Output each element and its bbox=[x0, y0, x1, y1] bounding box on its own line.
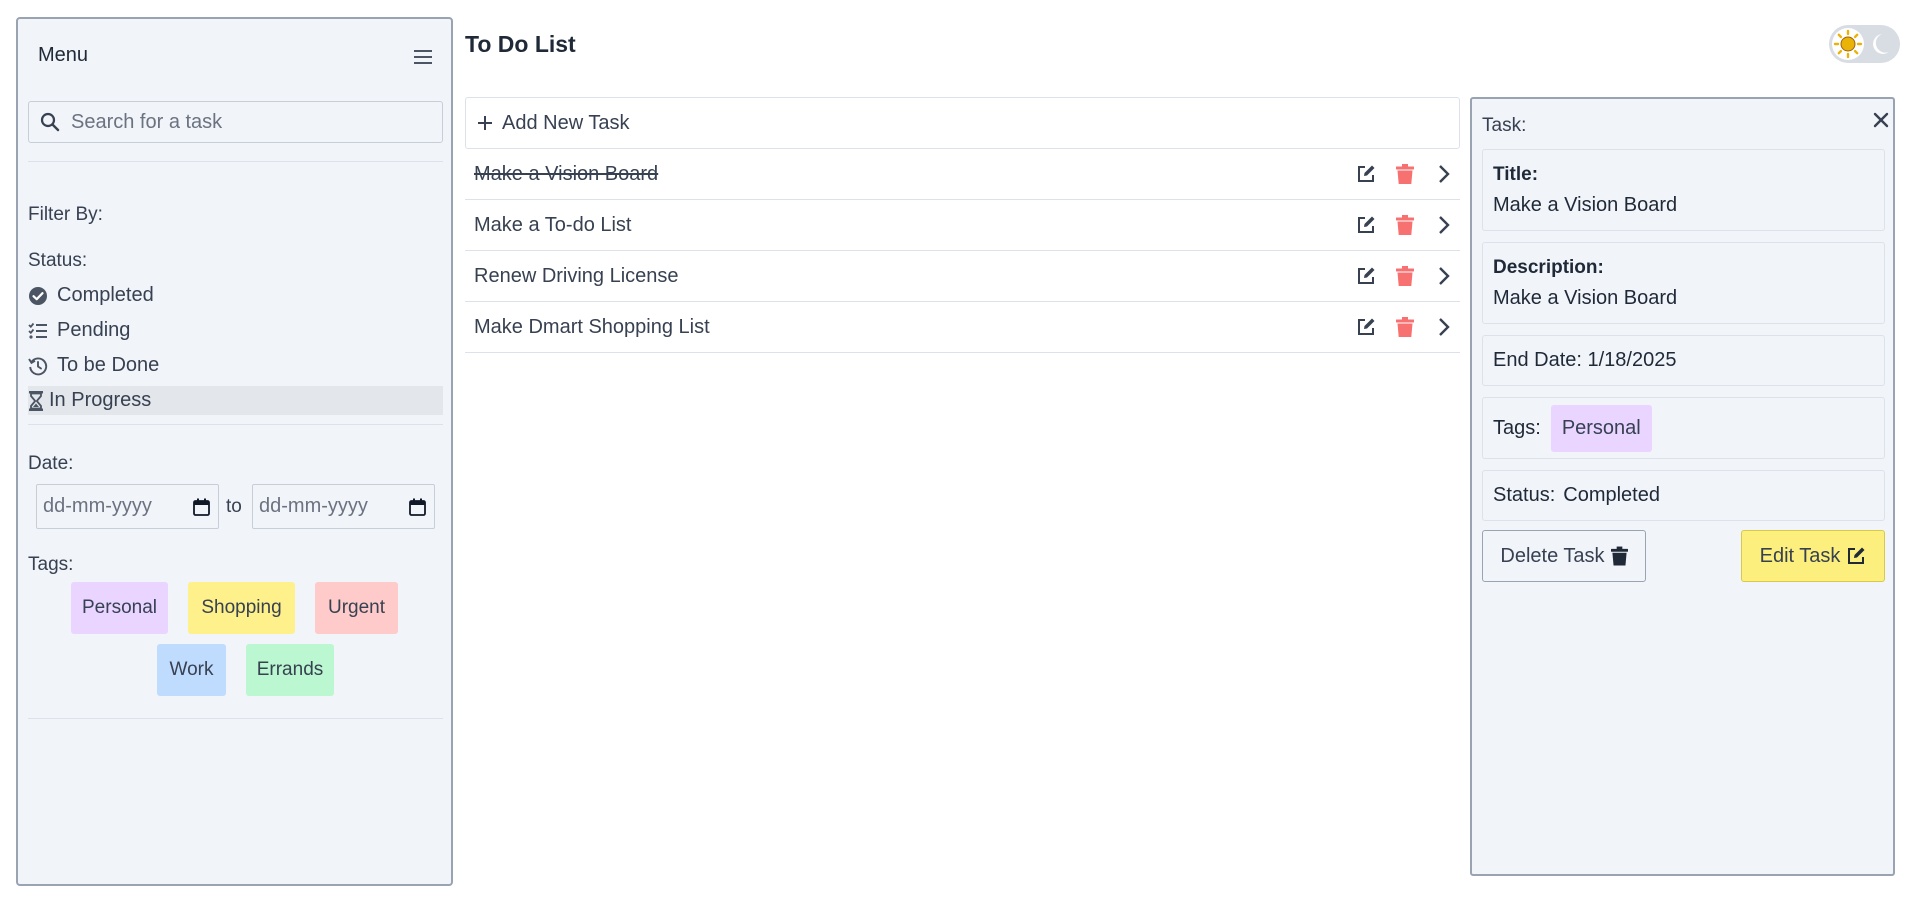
delete-task-label: Delete Task bbox=[1500, 544, 1605, 567]
date-to-input[interactable]: dd-mm-yyyy bbox=[252, 484, 435, 529]
end-date-value: End Date: 1/18/2025 bbox=[1493, 349, 1677, 371]
tags-label: Tags: bbox=[1493, 416, 1541, 439]
date-range-separator: to bbox=[226, 496, 242, 517]
edit-icon[interactable] bbox=[1355, 214, 1377, 236]
tag-badge: Personal bbox=[1550, 404, 1652, 452]
edit-icon[interactable] bbox=[1355, 163, 1377, 185]
task-detail-panel: Task: Title: Make a Vision Board Descrip… bbox=[1470, 97, 1895, 876]
description-value: Make a Vision Board bbox=[1493, 287, 1678, 309]
status-label: Status: bbox=[28, 250, 88, 271]
task-title: Make a Vision Board bbox=[474, 162, 659, 185]
calendar-icon[interactable] bbox=[193, 498, 210, 516]
task-row[interactable]: Renew Driving License bbox=[465, 251, 1460, 302]
chevron-right-icon[interactable] bbox=[1433, 163, 1455, 185]
date-label: Date: bbox=[28, 453, 74, 474]
tags-label: Tags: bbox=[28, 554, 74, 575]
calendar-icon[interactable] bbox=[409, 498, 426, 516]
trash-icon[interactable] bbox=[1394, 214, 1416, 236]
status-filter-label: In Progress bbox=[49, 389, 152, 411]
divider bbox=[28, 718, 443, 719]
sidebar: Menu Filter By: Status: Completed bbox=[16, 17, 453, 886]
moon-icon bbox=[1873, 34, 1889, 54]
plus-icon bbox=[478, 116, 492, 130]
status-label: Status: bbox=[1493, 484, 1556, 506]
tag-filter-urgent[interactable]: Urgent bbox=[315, 582, 398, 634]
filter-by-label: Filter By: bbox=[28, 204, 103, 225]
search-icon bbox=[40, 112, 60, 132]
trash-icon[interactable] bbox=[1394, 163, 1416, 185]
tag-filter-shopping[interactable]: Shopping bbox=[188, 582, 295, 634]
search-input[interactable] bbox=[71, 110, 431, 134]
edit-task-button[interactable]: Edit Task bbox=[1741, 530, 1885, 582]
divider bbox=[28, 161, 443, 162]
detail-heading: Task: bbox=[1482, 115, 1527, 136]
status-filter-label: Completed bbox=[57, 284, 154, 306]
trash-icon bbox=[1610, 546, 1628, 566]
tag-filter-personal[interactable]: Personal bbox=[71, 582, 168, 634]
status-filter-in-progress[interactable]: In Progress bbox=[28, 386, 443, 415]
menu-title: Menu bbox=[38, 44, 89, 66]
trash-icon[interactable] bbox=[1394, 316, 1416, 338]
chevron-right-icon[interactable] bbox=[1433, 265, 1455, 287]
sun-icon bbox=[1833, 29, 1863, 59]
status-filter-completed[interactable]: Completed bbox=[28, 281, 443, 310]
status-filter-label: Pending bbox=[57, 319, 131, 341]
hourglass-icon bbox=[28, 390, 44, 411]
task-row[interactable]: Make a Vision Board bbox=[465, 149, 1460, 200]
task-title: Make a To-do List bbox=[474, 213, 632, 236]
status-value: Completed bbox=[1563, 484, 1660, 506]
divider bbox=[28, 424, 443, 425]
detail-status-card: Status: Completed bbox=[1482, 470, 1885, 521]
task-title: Renew Driving License bbox=[474, 264, 679, 287]
date-from-input[interactable]: dd-mm-yyyy bbox=[36, 484, 219, 529]
task-title: Make Dmart Shopping List bbox=[474, 315, 710, 338]
hamburger-menu-icon[interactable] bbox=[414, 49, 434, 65]
theme-toggle-graphic bbox=[1832, 28, 1889, 60]
edit-icon[interactable] bbox=[1355, 265, 1377, 287]
close-icon[interactable] bbox=[1872, 111, 1890, 129]
edit-icon[interactable] bbox=[1355, 316, 1377, 338]
tag-filter-errands[interactable]: Errands bbox=[246, 644, 334, 696]
task-row[interactable]: Make a To-do List bbox=[465, 200, 1460, 251]
detail-end-date-card: End Date: 1/18/2025 bbox=[1482, 335, 1885, 386]
search-box[interactable] bbox=[28, 101, 443, 143]
tag-filter-work[interactable]: Work bbox=[157, 644, 226, 696]
history-icon bbox=[28, 356, 48, 376]
chevron-right-icon[interactable] bbox=[1433, 214, 1455, 236]
check-circle-icon bbox=[28, 286, 48, 306]
add-new-task-button[interactable]: Add New Task bbox=[465, 97, 1460, 149]
edit-task-label: Edit Task bbox=[1759, 544, 1841, 567]
detail-tags-card: Tags: Personal bbox=[1482, 397, 1885, 459]
chevron-right-icon[interactable] bbox=[1433, 316, 1455, 338]
description-label: Description: bbox=[1493, 257, 1604, 278]
theme-toggle[interactable] bbox=[1829, 25, 1900, 63]
edit-icon bbox=[1848, 547, 1865, 564]
date-placeholder: dd-mm-yyyy bbox=[259, 495, 368, 517]
title-value: Make a Vision Board bbox=[1493, 194, 1678, 216]
date-placeholder: dd-mm-yyyy bbox=[43, 495, 152, 517]
delete-task-button[interactable]: Delete Task bbox=[1482, 530, 1646, 582]
list-check-icon bbox=[28, 321, 48, 341]
add-task-label: Add New Task bbox=[502, 111, 630, 134]
status-filter-label: To be Done bbox=[57, 354, 160, 376]
page-title: To Do List bbox=[465, 31, 576, 57]
status-filter-to-be-done[interactable]: To be Done bbox=[28, 351, 443, 380]
detail-title-card: Title: Make a Vision Board bbox=[1482, 149, 1885, 231]
task-row[interactable]: Make Dmart Shopping List bbox=[465, 302, 1460, 353]
detail-description-card: Description: Make a Vision Board bbox=[1482, 242, 1885, 324]
trash-icon[interactable] bbox=[1394, 265, 1416, 287]
title-label: Title: bbox=[1493, 164, 1539, 185]
status-filter-pending[interactable]: Pending bbox=[28, 316, 443, 345]
